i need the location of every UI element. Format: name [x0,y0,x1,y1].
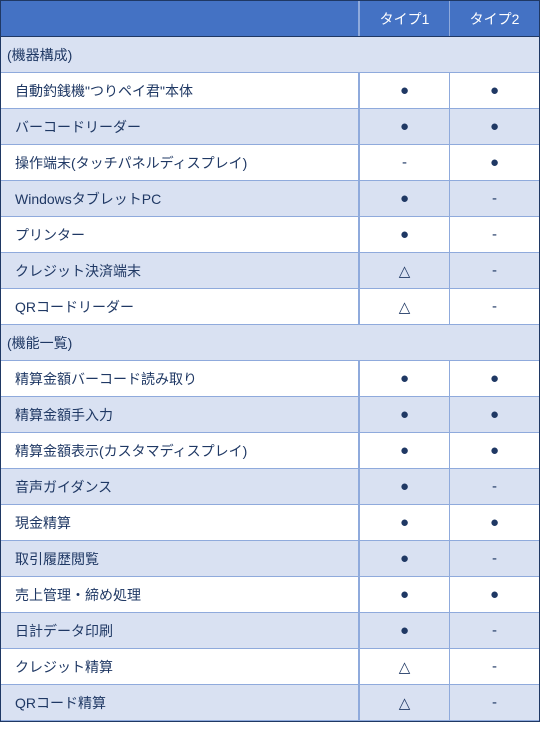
row-value: ● [359,397,449,432]
row-value: ● [449,577,539,612]
table-row: WindowsタブレットPC●- [1,181,539,217]
row-label: 操作端末(タッチパネルディスプレイ) [1,145,359,180]
row-value: - [359,145,449,180]
row-value: △ [359,649,449,684]
comparison-table: タイプ1 タイプ2 (機器構成)自動釣銭機"つりペイ君"本体●●バーコードリーダ… [0,0,540,722]
table-row: 音声ガイダンス●- [1,469,539,505]
row-label: クレジット決済端末 [1,253,359,288]
row-value: ● [449,361,539,396]
row-label: クレジット精算 [1,649,359,684]
row-label: 自動釣銭機"つりペイ君"本体 [1,73,359,108]
row-value: ● [359,109,449,144]
row-value: - [449,685,539,720]
table-row: バーコードリーダー●● [1,109,539,145]
header-empty [1,1,359,36]
row-value: ● [449,505,539,540]
table-row: 精算金額バーコード読み取り●● [1,361,539,397]
table-row: 現金精算●● [1,505,539,541]
table-row: 売上管理・締め処理●● [1,577,539,613]
row-value: ● [359,577,449,612]
row-label: QRコードリーダー [1,289,359,324]
row-label: 売上管理・締め処理 [1,577,359,612]
row-value: - [449,613,539,648]
row-label: 精算金額表示(カスタマディスプレイ) [1,433,359,468]
table-row: 操作端末(タッチパネルディスプレイ)-● [1,145,539,181]
header-col-type1: タイプ1 [359,1,449,36]
row-value: ● [359,361,449,396]
table-row: QRコード精算△- [1,685,539,721]
table-header-row: タイプ1 タイプ2 [1,1,539,37]
section-title: (機器構成) [1,45,539,65]
row-value: ● [449,73,539,108]
row-label: QRコード精算 [1,685,359,720]
table-row: 日計データ印刷●- [1,613,539,649]
row-label: 取引履歴閲覧 [1,541,359,576]
row-value: ● [359,181,449,216]
table-row: 自動釣銭機"つりペイ君"本体●● [1,73,539,109]
row-value: - [449,649,539,684]
row-label: バーコードリーダー [1,109,359,144]
section-title: (機能一覧) [1,333,539,353]
row-value: ● [359,217,449,252]
row-value: △ [359,289,449,324]
table-row: 精算金額表示(カスタマディスプレイ)●● [1,433,539,469]
section-header: (機器構成) [1,37,539,73]
row-label: プリンター [1,217,359,252]
header-col-type2: タイプ2 [449,1,539,36]
table-row: QRコードリーダー△- [1,289,539,325]
row-value: ● [449,397,539,432]
row-value: - [449,253,539,288]
row-value: △ [359,253,449,288]
row-label: 音声ガイダンス [1,469,359,504]
row-label: 日計データ印刷 [1,613,359,648]
row-value: ● [359,505,449,540]
row-value: - [449,217,539,252]
table-row: クレジット決済端末△- [1,253,539,289]
row-value: - [449,469,539,504]
row-value: ● [449,433,539,468]
row-value: ● [449,109,539,144]
row-value: - [449,541,539,576]
row-value: ● [359,73,449,108]
row-value: - [449,181,539,216]
row-label: 精算金額バーコード読み取り [1,361,359,396]
row-value: ● [449,145,539,180]
row-label: WindowsタブレットPC [1,181,359,216]
section-header: (機能一覧) [1,325,539,361]
row-label: 精算金額手入力 [1,397,359,432]
row-value: ● [359,469,449,504]
table-row: クレジット精算△- [1,649,539,685]
table-body: (機器構成)自動釣銭機"つりペイ君"本体●●バーコードリーダー●●操作端末(タッ… [1,37,539,721]
row-value: ● [359,613,449,648]
table-row: 取引履歴閲覧●- [1,541,539,577]
table-row: 精算金額手入力●● [1,397,539,433]
row-value: ● [359,541,449,576]
row-value: - [449,289,539,324]
row-label: 現金精算 [1,505,359,540]
row-value: △ [359,685,449,720]
row-value: ● [359,433,449,468]
table-row: プリンター●- [1,217,539,253]
